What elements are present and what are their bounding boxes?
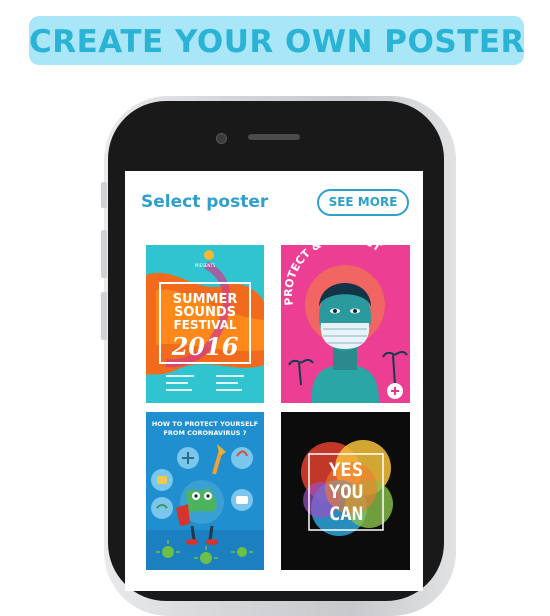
poster4-line1: YES <box>329 459 363 481</box>
poster-summer-sounds-festival[interactable]: PRESENTS SUMMER SOUNDS FESTIVAL 2016 <box>146 245 264 403</box>
poster-yes-you-can[interactable]: YES YOU CAN <box>281 412 410 570</box>
poster1-year: 2016 <box>171 332 239 361</box>
phone-screen: Select poster SEE MORE PRESENTS SUMMER S… <box>125 171 423 591</box>
poster-protect-and-respect[interactable]: PROTECT & RESPECT <box>281 245 410 403</box>
title-banner: CREATE YOUR OWN POSTER <box>29 16 524 65</box>
coronavirus-artwork: HOW TO PROTECT YOURSELF FROM CORONAVIRUS… <box>146 412 264 570</box>
protect-respect-artwork: PROTECT & RESPECT <box>281 245 410 403</box>
phone-side-button <box>101 182 107 208</box>
see-more-button[interactable]: SEE MORE <box>317 189 409 216</box>
poster-protect-from-coronavirus[interactable]: HOW TO PROTECT YOURSELF FROM CORONAVIRUS… <box>146 412 264 570</box>
summer-festival-artwork: PRESENTS SUMMER SOUNDS FESTIVAL 2016 <box>146 245 264 403</box>
poster4-line2: YOU <box>329 481 363 503</box>
poster3-title-line1: HOW TO PROTECT YOURSELF <box>152 420 258 428</box>
phone-speaker <box>248 134 300 140</box>
select-poster-heading: Select poster <box>141 192 269 212</box>
poster4-line3: CAN <box>329 503 363 525</box>
banner-title: CREATE YOUR OWN POSTER <box>29 24 525 60</box>
phone-volume-up-button <box>101 230 107 278</box>
poster1-line3: FESTIVAL <box>173 318 236 332</box>
yes-you-can-artwork: YES YOU CAN <box>281 412 410 570</box>
front-camera <box>216 133 227 144</box>
poster3-title-line2: FROM CORONAVIRUS ? <box>163 429 246 437</box>
poster1-header: PRESENTS <box>195 263 216 268</box>
phone-volume-down-button <box>101 292 107 340</box>
